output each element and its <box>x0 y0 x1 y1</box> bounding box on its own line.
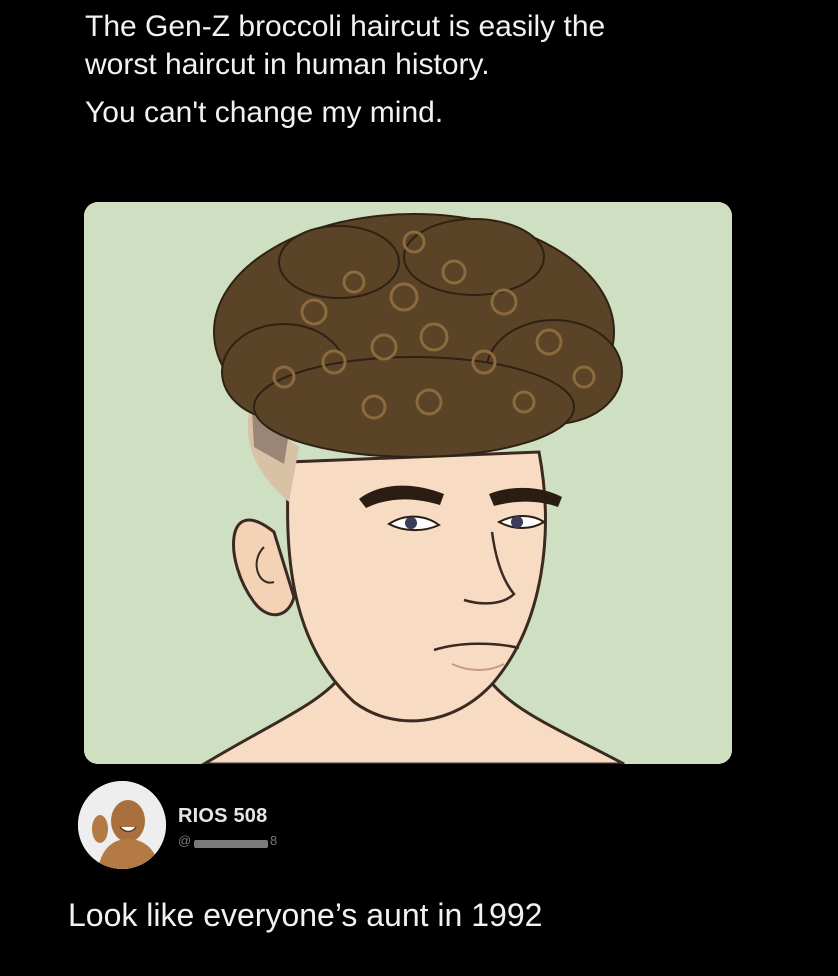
avatar[interactable] <box>78 781 166 869</box>
post-line-1: The Gen-Z broccoli haircut is easily the <box>85 10 606 43</box>
reply-text: Look like everyone’s aunt in 1992 <box>68 897 543 933</box>
post-line-3: You can't change my mind. <box>85 96 444 129</box>
reply-card: RIOS 508 @ 8 <box>78 781 778 873</box>
post-text: The Gen-Z broccoli haircut is easily the… <box>85 8 785 132</box>
post-image[interactable] <box>84 202 732 764</box>
handle-tail: 8 <box>270 833 278 848</box>
broccoli-haircut-illustration <box>84 202 732 764</box>
avatar-photo <box>78 781 166 869</box>
handle-at: @ <box>178 833 192 848</box>
reply-author-name[interactable]: RIOS 508 <box>178 805 267 828</box>
post-line-2: worst haircut in human history. <box>85 48 490 81</box>
redaction-bar <box>194 840 268 848</box>
reply-author-handle: @ 8 <box>178 833 348 850</box>
